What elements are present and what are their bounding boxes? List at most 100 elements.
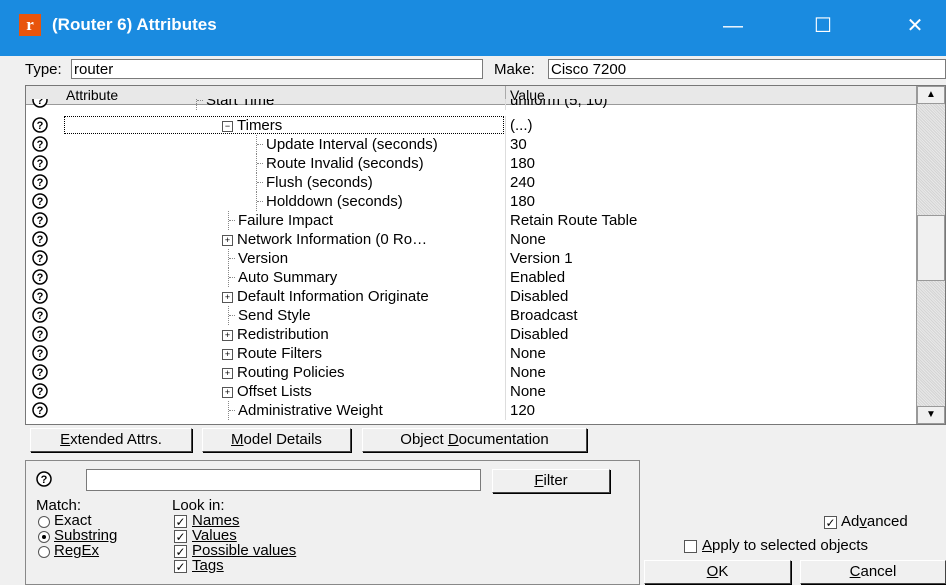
close-button[interactable]: ✕ [900, 12, 930, 40]
table-row[interactable]: ? Flush (seconds) 240 [26, 173, 916, 192]
expand-icon[interactable]: + [222, 235, 233, 246]
attribute-value[interactable]: Enabled [510, 269, 565, 286]
svg-text:?: ? [37, 272, 44, 284]
help-icon[interactable]: ? [32, 402, 48, 418]
maximize-button[interactable]: ☐ [808, 12, 838, 40]
help-icon[interactable]: ? [32, 307, 48, 323]
filter-button[interactable]: Filter [492, 469, 610, 493]
help-icon[interactable]: ? [32, 155, 48, 171]
help-icon[interactable]: ? [32, 250, 48, 266]
model-details-button[interactable]: Model Details [202, 428, 351, 452]
attribute-value[interactable]: 120 [510, 402, 535, 419]
table-row[interactable]: ? Failure Impact Retain Route Table [26, 211, 916, 230]
scroll-up-arrow-icon[interactable]: ▲ [917, 86, 945, 104]
svg-text:?: ? [37, 367, 44, 379]
table-row[interactable]: ? + Routing Policies None [26, 363, 916, 382]
help-icon[interactable]: ? [32, 269, 48, 285]
apply-to-selected-checkbox[interactable] [684, 540, 697, 553]
help-icon[interactable]: ? [32, 193, 48, 209]
attribute-value[interactable]: Disabled [510, 326, 568, 343]
help-icon[interactable]: ? [32, 117, 48, 133]
match-regex-radio[interactable] [38, 546, 50, 558]
svg-text:?: ? [37, 291, 44, 303]
minimize-button[interactable]: — [718, 12, 748, 40]
attribute-label: Redistribution [237, 326, 329, 343]
help-icon[interactable]: ? [32, 288, 48, 304]
table-row[interactable]: ? + Offset Lists None [26, 382, 916, 401]
column-divider [505, 192, 506, 211]
help-icon[interactable]: ? [32, 212, 48, 228]
attribute-label: Flush (seconds) [266, 174, 373, 191]
svg-text:?: ? [37, 253, 44, 265]
help-icon[interactable]: ? [32, 136, 48, 152]
attribute-value[interactable]: (...) [510, 117, 533, 134]
cancel-button[interactable]: Cancel [800, 560, 946, 584]
object-documentation-button[interactable]: Object Documentation [362, 428, 587, 452]
filter-search-input[interactable] [86, 469, 481, 491]
table-row[interactable]: ? Holddown (seconds) 180 [26, 192, 916, 211]
advanced-checkbox[interactable]: ✓ [824, 516, 837, 529]
match-substring-radio[interactable] [38, 531, 50, 543]
match-exact-radio[interactable] [38, 516, 50, 528]
attribute-name: Holddown (seconds) [266, 193, 403, 210]
help-icon[interactable]: ? [32, 383, 48, 399]
attribute-value[interactable]: 180 [510, 193, 535, 210]
vertical-scrollbar[interactable]: ▲ ▼ [916, 86, 945, 424]
make-label: Make: [494, 61, 535, 78]
table-row[interactable]: ? Update Interval (seconds) 30 [26, 135, 916, 154]
attribute-value[interactable]: Disabled [510, 288, 568, 305]
table-row[interactable]: ? + Redistribution Disabled [26, 325, 916, 344]
svg-text:?: ? [37, 158, 44, 170]
expand-icon[interactable]: + [222, 349, 233, 360]
attribute-value[interactable]: None [510, 364, 546, 381]
attribute-value[interactable]: None [510, 231, 546, 248]
table-row[interactable]: ? + Network Information (0 Ro… None [26, 230, 916, 249]
expand-icon[interactable]: + [222, 368, 233, 379]
window-title: (Router 6) Attributes [52, 15, 217, 34]
ok-button[interactable]: OK [644, 560, 791, 584]
attribute-value[interactable]: 180 [510, 155, 535, 172]
attribute-value[interactable]: Retain Route Table [510, 212, 637, 229]
help-icon[interactable]: ? [32, 326, 48, 342]
attribute-name: Route Invalid (seconds) [266, 155, 424, 172]
attribute-value[interactable]: 240 [510, 174, 535, 191]
table-row[interactable]: ? Administrative Weight 120 [26, 401, 916, 420]
column-divider [505, 382, 506, 401]
attribute-value[interactable]: 30 [510, 136, 527, 153]
attribute-label: Send Style [238, 307, 311, 324]
collapse-icon[interactable]: − [222, 121, 233, 132]
extended-attrs-button[interactable]: Extended Attrs. [30, 428, 192, 452]
attribute-label: Default Information Originate [237, 288, 429, 305]
attribute-value[interactable]: None [510, 383, 546, 400]
attribute-value[interactable]: None [510, 345, 546, 362]
table-row[interactable]: ? + Route Filters None [26, 344, 916, 363]
svg-text:?: ? [37, 234, 44, 246]
attribute-value[interactable]: Version 1 [510, 250, 573, 267]
svg-text:?: ? [37, 120, 44, 132]
attribute-label: Route Filters [237, 345, 323, 362]
table-row[interactable]: ? + Default Information Originate Disabled [26, 287, 916, 306]
scroll-down-arrow-icon[interactable]: ▼ [917, 406, 945, 424]
expand-icon[interactable]: + [222, 292, 233, 303]
look-in-values-checkbox[interactable]: ✓ [174, 530, 187, 543]
type-field[interactable]: router [71, 59, 483, 79]
table-row[interactable]: ? − Timers (...) [26, 116, 916, 135]
table-row[interactable]: ? Auto Summary Enabled [26, 268, 916, 287]
table-row[interactable]: ? Route Invalid (seconds) 180 [26, 154, 916, 173]
match-regex-label: RegEx [54, 542, 100, 559]
look-in-possible-values-checkbox[interactable]: ✓ [174, 545, 187, 558]
expand-icon[interactable]: + [222, 330, 233, 341]
look-in-names-checkbox[interactable]: ✓ [174, 515, 187, 528]
help-icon[interactable]: ? [32, 345, 48, 361]
make-field[interactable]: Cisco 7200 [548, 59, 946, 79]
table-row[interactable]: ? Version Version 1 [26, 249, 916, 268]
look-in-tags-checkbox[interactable]: ✓ [174, 560, 187, 573]
help-icon[interactable]: ? [32, 174, 48, 190]
table-row[interactable]: ? Send Style Broadcast [26, 306, 916, 325]
help-icon[interactable]: ? [32, 364, 48, 380]
attribute-name: Failure Impact [238, 212, 333, 229]
attribute-value[interactable]: Broadcast [510, 307, 578, 324]
scrollbar-thumb[interactable] [917, 215, 945, 281]
expand-icon[interactable]: + [222, 387, 233, 398]
help-icon[interactable]: ? [32, 231, 48, 247]
